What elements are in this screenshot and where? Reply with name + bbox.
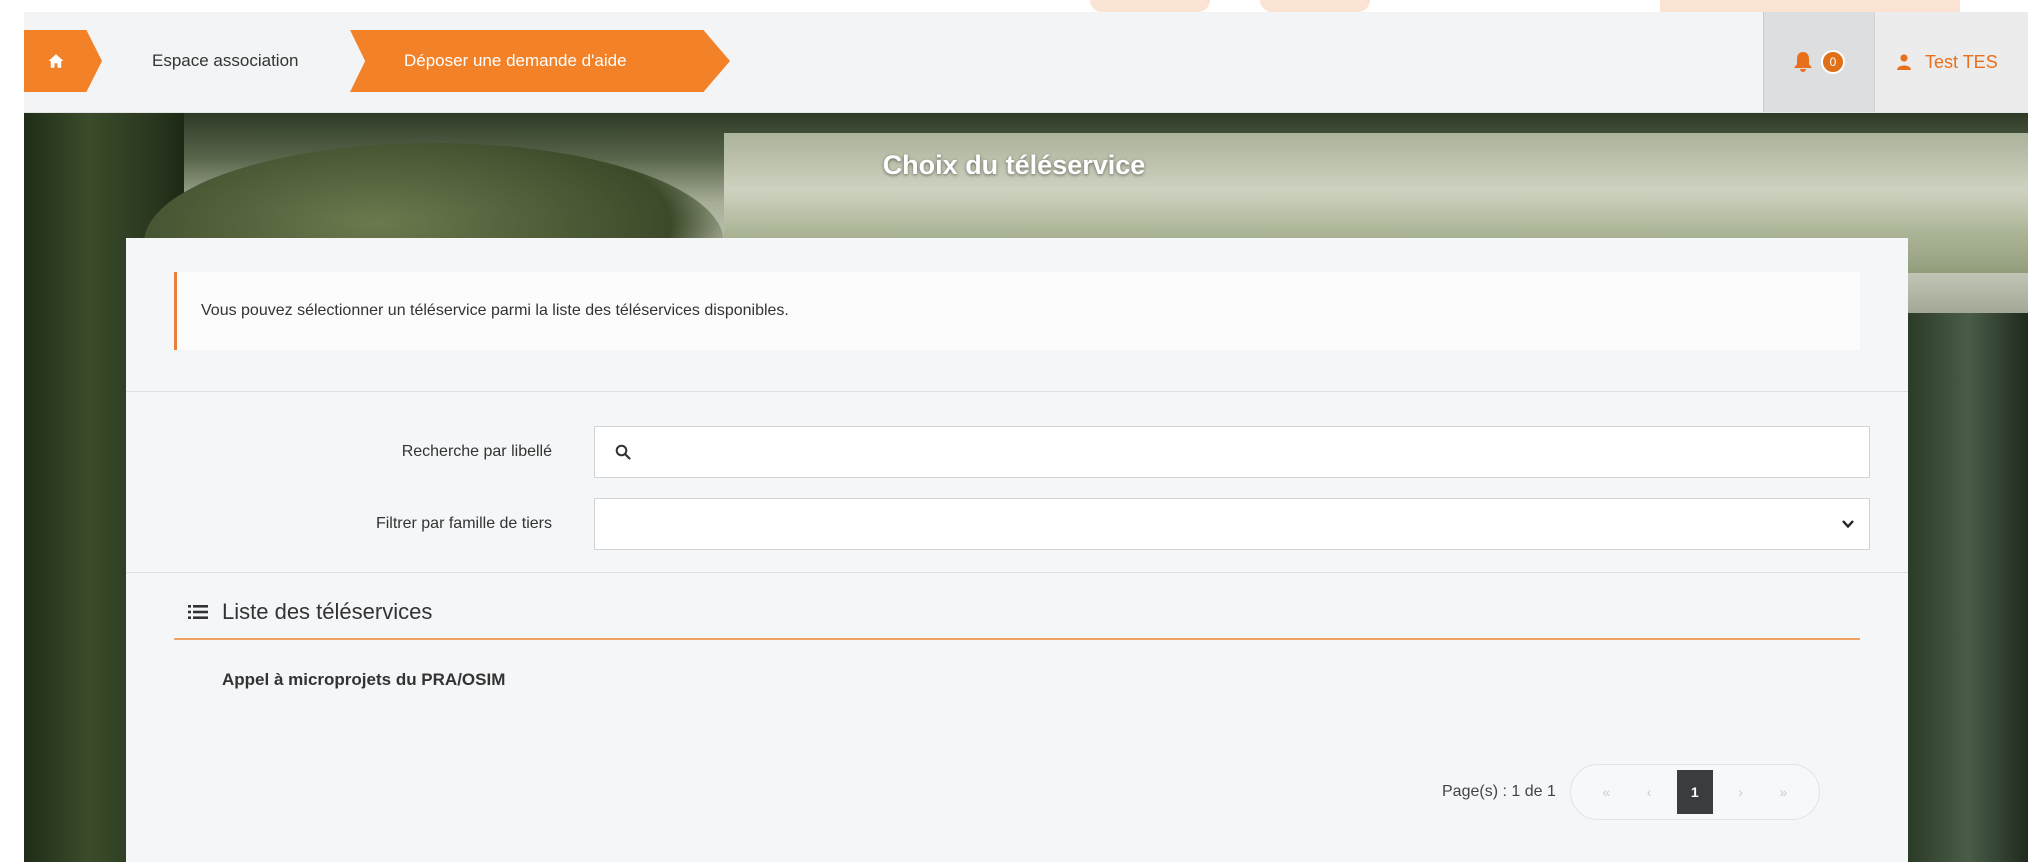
decor-shape	[1260, 0, 1370, 12]
search-label: Recherche par libellé	[401, 443, 552, 460]
next-page-button[interactable]: ›	[1726, 784, 1756, 800]
notifications-button[interactable]: 0	[1763, 12, 1874, 112]
search-input[interactable]	[594, 426, 1870, 478]
notification-count-badge: 0	[1821, 50, 1845, 74]
divider	[126, 391, 1908, 392]
search-row: Recherche par libellé	[126, 426, 1908, 480]
list-icon	[188, 605, 208, 619]
home-icon	[48, 54, 64, 68]
decor-shape	[1090, 0, 1210, 12]
bell-icon	[1794, 52, 1812, 72]
breadcrumb-label: Déposer une demande d'aide	[404, 51, 627, 70]
header-actions: 0 Test TES	[1763, 12, 2028, 112]
teleservice-item[interactable]: Appel à microprojets du PRA/OSIM	[222, 670, 505, 690]
info-text: Vous pouvez sélectionner un téléservice …	[201, 302, 789, 319]
filter-label: Filtrer par famille de tiers	[375, 515, 552, 532]
main-card: Vous pouvez sélectionner un téléservice …	[126, 238, 1908, 862]
user-name: Test TES	[1925, 51, 1998, 72]
user-menu[interactable]: Test TES	[1874, 12, 2028, 112]
page-1-button[interactable]: 1	[1676, 770, 1713, 814]
decor-shape	[1660, 0, 1960, 12]
chevron-down-icon	[1842, 520, 1854, 529]
family-filter-select[interactable]	[594, 498, 1870, 550]
breadcrumb-deposer-demande[interactable]: Déposer une demande d'aide	[350, 30, 730, 92]
prev-page-button[interactable]: ‹	[1634, 784, 1664, 800]
info-message: Vous pouvez sélectionner un téléservice …	[174, 272, 1860, 350]
top-bar: Espace association Déposer une demande d…	[24, 12, 2028, 113]
last-page-button[interactable]: »	[1768, 784, 1798, 800]
pagination-controls: « ‹ 1 › »	[1569, 764, 1820, 820]
pagination-label: Page(s) : 1 de 1	[1442, 783, 1556, 800]
list-title: Liste des téléservices	[222, 599, 433, 624]
breadcrumb-home[interactable]	[24, 30, 102, 92]
first-page-button[interactable]: «	[1591, 784, 1621, 800]
search-icon	[615, 444, 631, 460]
breadcrumb-label: Espace association	[152, 51, 299, 70]
list-header: Liste des téléservices	[174, 586, 1860, 640]
user-icon	[1897, 54, 1911, 70]
pagination: Page(s) : 1 de 1 « ‹ 1 › »	[1442, 764, 1820, 820]
page-title: Choix du téléservice	[882, 150, 1146, 180]
breadcrumb-espace-association[interactable]: Espace association	[118, 30, 368, 92]
photo-leaf	[1908, 313, 2028, 862]
divider	[126, 572, 1908, 573]
filter-row: Filtrer par famille de tiers	[126, 498, 1908, 552]
